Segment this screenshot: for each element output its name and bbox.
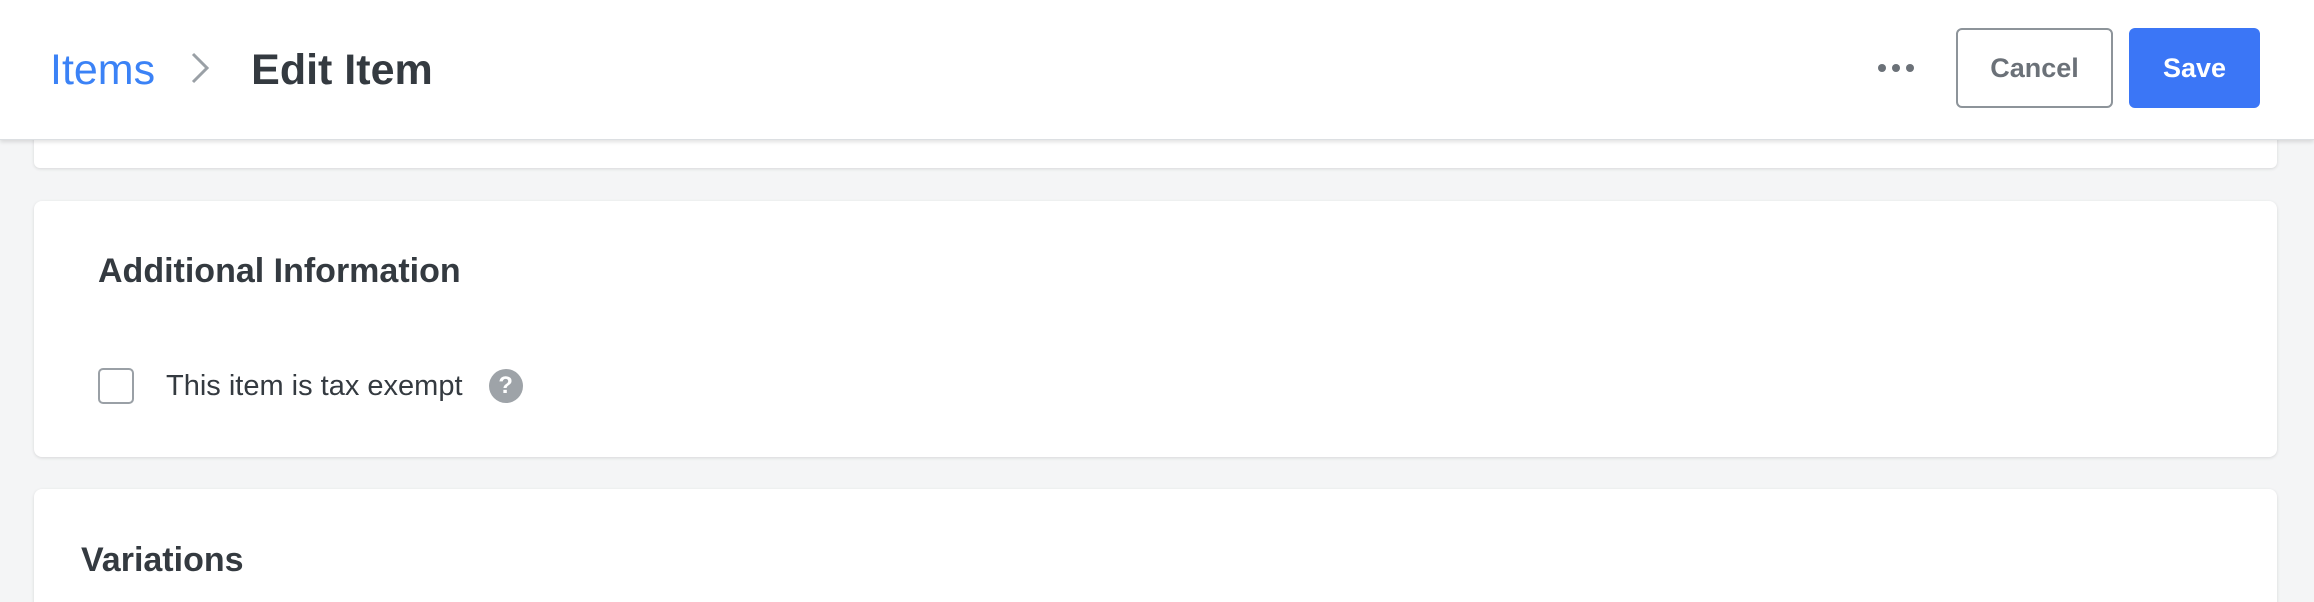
- breadcrumb: Items Edit Item: [50, 40, 433, 100]
- section-title-additional-information: Additional Information: [98, 252, 461, 290]
- save-button[interactable]: Save: [2129, 28, 2260, 108]
- tax-exempt-checkbox[interactable]: [98, 368, 134, 404]
- variations-card: Variations: [34, 489, 2277, 602]
- more-dot: [1892, 64, 1900, 72]
- tax-exempt-label[interactable]: This item is tax exempt: [166, 370, 463, 403]
- section-title-variations: Variations: [81, 541, 244, 579]
- tax-exempt-row: This item is tax exempt ?: [98, 366, 523, 406]
- more-dot: [1906, 64, 1914, 72]
- edit-item-page: Items Edit Item Cancel Save Additional I…: [0, 0, 2314, 602]
- more-options-button[interactable]: [1856, 28, 1936, 108]
- breadcrumb-items-link[interactable]: Items: [50, 46, 155, 95]
- help-icon[interactable]: ?: [488, 369, 523, 403]
- additional-information-card: Additional Information This item is tax …: [34, 201, 2277, 457]
- more-horizontal-icon: [1878, 64, 1886, 72]
- chevron-right-icon: [179, 40, 227, 100]
- page-title: Edit Item: [251, 45, 433, 94]
- header-actions: Cancel Save: [1856, 28, 2260, 108]
- top-header-bar: Items Edit Item Cancel Save: [0, 0, 2314, 140]
- cancel-button[interactable]: Cancel: [1956, 28, 2113, 108]
